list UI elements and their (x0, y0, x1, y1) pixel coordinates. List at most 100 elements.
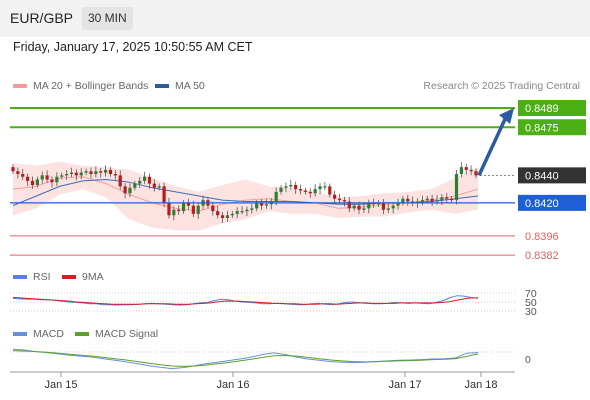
candle-body (406, 198, 410, 202)
current-price-label: 0.8440 (525, 170, 559, 182)
macd-tick-label: 0 (525, 354, 531, 366)
candle-body (16, 171, 20, 174)
price-chart: 0.84890.84750.84400.84200.83960.83827050… (10, 100, 586, 391)
candle-body (21, 174, 25, 177)
candle-body (30, 180, 35, 185)
candle-body (133, 183, 137, 188)
candle-body (425, 198, 429, 201)
resistance-label: 0.8489 (525, 103, 559, 115)
candle-body (362, 208, 366, 210)
candle-body (147, 176, 152, 184)
candle-body (454, 174, 459, 201)
candle-body (240, 211, 244, 213)
candle-body (55, 176, 59, 183)
candle-body (84, 171, 88, 173)
candle-body (181, 202, 186, 212)
candle-body (230, 213, 234, 216)
candle-body (464, 167, 468, 170)
candle-body (264, 204, 269, 206)
candle-body (79, 172, 83, 176)
candle-body (60, 175, 64, 177)
candle-body (308, 191, 312, 194)
forecast-arrow-head (499, 108, 514, 124)
candle-body (26, 176, 30, 181)
candle-body (357, 205, 361, 210)
candle-body (284, 186, 288, 188)
time-tick-label: Jan 17 (388, 379, 421, 391)
candle-body (440, 197, 444, 201)
bollinger-band (13, 161, 478, 231)
candle-body (99, 171, 103, 173)
time-tick-label: Jan 16 (216, 379, 249, 391)
candle-body (279, 187, 283, 192)
candle-body (459, 167, 463, 174)
candle-body (250, 208, 254, 210)
candle-body (128, 187, 132, 194)
candle-body (391, 205, 395, 209)
candle-body (216, 211, 220, 216)
candle-body (337, 198, 342, 201)
candle-body (11, 167, 15, 172)
candle-body (89, 171, 93, 174)
candle-body (152, 183, 156, 188)
candle-body (323, 186, 327, 188)
candle-body (167, 202, 171, 216)
candle-body (255, 202, 259, 209)
candle-body (35, 179, 39, 185)
rsi-line (12, 295, 479, 306)
candle-body (162, 186, 166, 203)
candle-body (469, 169, 473, 172)
forecast-arrow-line (477, 116, 508, 177)
pivot-label: 0.8420 (525, 198, 559, 210)
candle-body (235, 211, 239, 214)
candle-body (196, 205, 200, 214)
candle-body (50, 179, 54, 183)
candle-body (435, 200, 439, 202)
candle-body (94, 171, 98, 174)
candle-body (225, 215, 230, 218)
candle-body (220, 215, 225, 218)
candle-body (118, 175, 122, 187)
rsi-tick-label: 30 (525, 306, 537, 318)
candle-body (108, 169, 113, 174)
candle-body (328, 186, 332, 195)
candle-body (313, 189, 317, 194)
time-tick-label: Jan 15 (44, 379, 77, 391)
candle-body (401, 198, 405, 203)
candle-body (211, 205, 215, 212)
candle-body (445, 197, 449, 199)
candle-body (65, 174, 69, 176)
candle-body (104, 169, 108, 173)
candle-body (333, 194, 337, 199)
candle-body (420, 200, 424, 202)
candle-body (123, 186, 127, 194)
time-tick-label: Jan 18 (464, 379, 497, 391)
candle-body (245, 209, 249, 212)
candle-body (303, 190, 308, 192)
candle-body (113, 174, 117, 176)
candle-body (352, 205, 356, 209)
resistance-label: 0.8475 (525, 122, 559, 134)
candle-body (367, 202, 371, 209)
candle-body (381, 202, 385, 210)
candle-body (138, 180, 142, 184)
candle-body (177, 209, 181, 212)
candle-body (45, 175, 49, 180)
candle-body (450, 198, 454, 201)
candle-body (142, 176, 147, 181)
support-label: 0.8396 (525, 231, 559, 243)
candle-body (474, 171, 478, 176)
candle-body (172, 209, 176, 216)
candle-body (157, 186, 161, 188)
candle-body (294, 185, 298, 190)
candle-body (274, 191, 278, 202)
support-label: 0.8382 (525, 250, 559, 262)
candle-body (430, 198, 434, 202)
candle-body (298, 189, 303, 191)
candle-body (40, 175, 44, 180)
candle-body (74, 172, 78, 176)
candle-body (386, 208, 390, 210)
candle-body (342, 200, 347, 202)
candle-body (69, 172, 74, 174)
candle-body (318, 186, 322, 190)
